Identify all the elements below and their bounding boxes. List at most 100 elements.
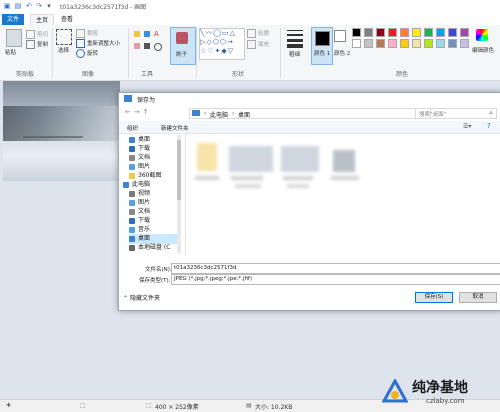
tab-file[interactable]: 文件 <box>2 14 25 25</box>
watermark-name: 纯净基地 <box>412 380 468 396</box>
palette-swatch[interactable] <box>436 39 445 48</box>
copy-button[interactable]: 复制 <box>26 40 48 49</box>
color2-swatch[interactable] <box>334 30 346 42</box>
nav-scrollbar[interactable] <box>177 135 181 253</box>
palette-swatch[interactable] <box>412 28 421 37</box>
magnifier-icon[interactable] <box>154 43 162 51</box>
outline-button[interactable]: 轮廓 <box>247 29 269 38</box>
nav-item-label: 桌面 <box>138 235 151 242</box>
hide-folders-toggle[interactable]: ⌃ 隐藏文件夹 <box>123 293 160 302</box>
palette-swatch[interactable] <box>424 28 433 37</box>
cancel-button[interactable]: 取消 <box>459 292 497 303</box>
save-button[interactable]: 保存(S) <box>415 292 453 303</box>
color-palette <box>352 28 472 60</box>
edit-colors-button[interactable]: 编辑颜色 <box>472 46 494 54</box>
search-box[interactable]: 搜索"桌面" ⌕ <box>415 108 497 119</box>
file-label <box>287 184 309 188</box>
hide-folders-label: 隐藏文件夹 <box>129 295 160 302</box>
file-thumbnail[interactable] <box>281 146 319 172</box>
size-icon[interactable] <box>287 30 303 48</box>
scissors-icon <box>26 30 35 39</box>
size-button[interactable]: 粗细 <box>289 50 300 58</box>
palette-swatch[interactable] <box>436 28 445 37</box>
select-button[interactable]: 选择 <box>58 46 69 54</box>
filetype-label: 保存类型(T): <box>139 278 171 284</box>
breadcrumb-this-pc[interactable]: 此电脑 <box>210 110 228 119</box>
fill-button[interactable]: 填充 <box>247 40 269 49</box>
dialog-title-bar: 保存为 <box>119 93 500 105</box>
image-group-label: 图像 <box>82 71 95 78</box>
rotate-button[interactable]: 旋转 <box>76 49 98 58</box>
palette-swatch[interactable] <box>364 39 373 48</box>
folder-icon <box>129 208 135 215</box>
fill-label: 填充 <box>258 42 270 48</box>
nav-arrows[interactable]: ←→↑ <box>125 108 152 116</box>
canvas-image[interactable] <box>3 81 120 181</box>
palette-swatch[interactable] <box>376 28 385 37</box>
scrollbar-thumb[interactable] <box>177 140 181 200</box>
file-thumbnail[interactable] <box>229 146 273 172</box>
window-title: t01a3236c3dc2571f3d - 画图 <box>60 4 147 11</box>
customize-quick-access-icon[interactable]: ▾ <box>45 2 53 10</box>
help-icon[interactable]: ? <box>487 122 491 130</box>
resize-icon <box>76 39 85 48</box>
palette-swatch[interactable] <box>400 39 409 48</box>
clipboard-group-label: 剪贴板 <box>16 71 35 78</box>
filename-input[interactable]: t01a3236c3dc2571f3d <box>171 263 500 274</box>
crop-button[interactable]: 裁剪 <box>76 29 98 38</box>
undo-icon[interactable]: ↶ <box>25 2 33 10</box>
palette-swatch[interactable] <box>460 39 469 48</box>
address-bar[interactable]: › 此电脑 › 桌面 <box>189 108 431 119</box>
shapes-gallery[interactable]: ╲〰◯▭△ ▷◇⬠⬡→ ☆♡✦◆▽ <box>199 28 245 60</box>
tools-group-label: 工具 <box>141 71 154 78</box>
organize-button[interactable]: 组织 <box>127 124 138 132</box>
palette-swatch[interactable] <box>448 28 457 37</box>
color-picker-icon[interactable] <box>144 43 150 49</box>
edit-colors-icon[interactable] <box>476 29 488 41</box>
save-icon[interactable]: ▤ <box>14 2 22 10</box>
color1-swatch <box>315 31 330 46</box>
paste-icon[interactable] <box>6 29 22 47</box>
cursor-icon: ✚ <box>6 402 12 409</box>
select-icon[interactable] <box>56 29 72 45</box>
divider <box>52 28 53 78</box>
pencil-icon[interactable] <box>134 31 140 37</box>
filetype-select[interactable]: JPEG (*.jpg;*.jpeg;*.jpe;*.jfif) <box>171 274 500 285</box>
file-label <box>331 176 359 180</box>
palette-swatch[interactable] <box>460 28 469 37</box>
navigation-pane: 桌面 下载 文档 图片 360截图 此电脑 视频 图片 文档 下载 音乐 桌面 本地磁盘 (C <box>119 133 186 255</box>
palette-swatch[interactable] <box>352 28 361 37</box>
brushes-button[interactable]: 刷子 <box>170 27 196 65</box>
palette-swatch[interactable] <box>388 28 397 37</box>
redo-icon[interactable]: ↷ <box>35 2 43 10</box>
palette-swatch[interactable] <box>412 39 421 48</box>
palette-swatch[interactable] <box>448 39 457 48</box>
view-options-icon[interactable]: ☰▾ <box>463 123 471 130</box>
palette-swatch[interactable] <box>364 28 373 37</box>
resize-button[interactable]: 重新调整大小 <box>76 39 120 48</box>
file-list[interactable] <box>189 138 479 253</box>
nav-item-label: 桌面 <box>138 136 151 143</box>
palette-swatch[interactable] <box>376 39 385 48</box>
paste-button[interactable]: 粘贴 <box>5 48 16 56</box>
dialog-title: 保存为 <box>137 97 156 104</box>
palette-swatch[interactable] <box>352 39 361 48</box>
text-icon[interactable]: A <box>154 31 160 38</box>
eraser-icon[interactable] <box>134 43 140 49</box>
folder-icon <box>129 199 135 206</box>
new-folder-button[interactable]: 新建文件夹 <box>161 124 189 132</box>
fill-bucket-icon[interactable] <box>144 31 150 37</box>
breadcrumb-desktop[interactable]: 桌面 <box>238 110 250 119</box>
image-size-icon: ⬚ <box>146 402 152 409</box>
tab-view[interactable]: 查看 <box>56 14 78 25</box>
nav-item[interactable]: 本地磁盘 (C <box>129 243 170 253</box>
color1-button[interactable]: 颜色 1 <box>311 27 333 65</box>
palette-swatch[interactable] <box>424 39 433 48</box>
cut-button[interactable]: 剪切 <box>26 30 48 39</box>
outline-label: 轮廓 <box>258 31 270 37</box>
fill-icon <box>247 40 256 49</box>
palette-swatch[interactable] <box>400 28 409 37</box>
palette-swatch[interactable] <box>388 39 397 48</box>
file-thumbnail[interactable] <box>333 150 355 172</box>
folder-thumbnail[interactable] <box>197 143 217 171</box>
